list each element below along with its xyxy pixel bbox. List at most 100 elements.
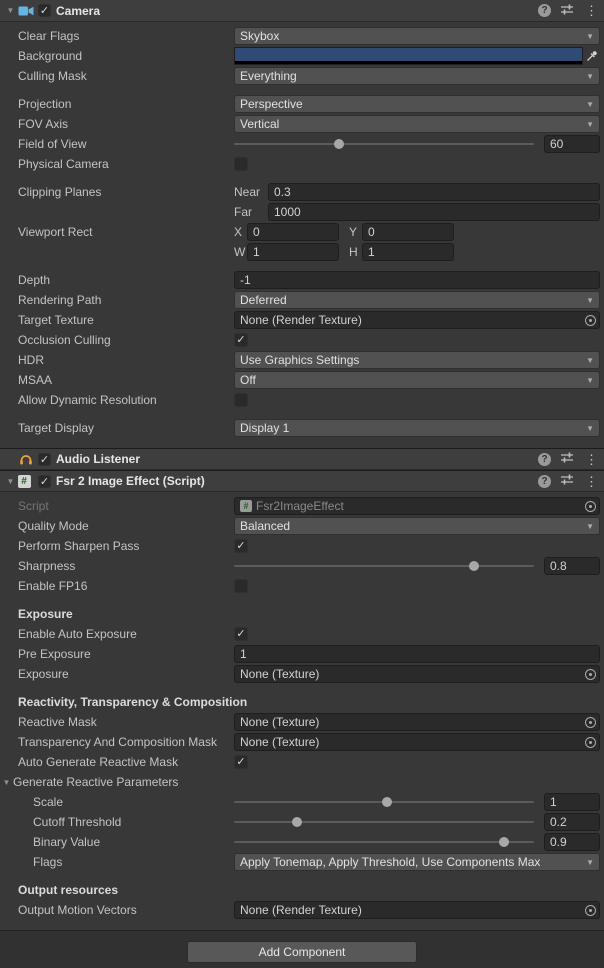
add-component-button[interactable]: Add Component	[187, 941, 417, 963]
object-picker-icon[interactable]	[582, 714, 599, 730]
object-picker-icon[interactable]	[582, 666, 599, 682]
field-label: Exposure	[0, 667, 234, 681]
cutoff-threshold-slider[interactable]	[234, 821, 534, 823]
presets-icon[interactable]	[560, 3, 574, 19]
script-object-field[interactable]: #Fsr2ImageEffect	[234, 497, 600, 515]
physical-camera-checkbox[interactable]	[234, 157, 248, 171]
help-icon[interactable]: ?	[538, 4, 551, 17]
row-target-texture: Target TextureNone (Render Texture)	[0, 310, 604, 330]
reactive-mask-object-field[interactable]: None (Texture)	[234, 713, 600, 731]
target-display-dropdown[interactable]: Display 1▼	[234, 419, 600, 437]
slider-handle[interactable]	[334, 139, 344, 149]
binary-value-value-field[interactable]: 0.9	[544, 833, 600, 851]
row-scale: Scale1	[0, 792, 604, 812]
component-header-fsr2-image-effect[interactable]: ▼ # ✓ Fsr 2 Image Effect (Script) ? ⋮	[0, 470, 604, 492]
menu-icon[interactable]: ⋮	[583, 4, 600, 17]
depth-field[interactable]: -1	[234, 271, 600, 289]
spacer	[0, 86, 604, 94]
field-label: Quality Mode	[0, 519, 234, 533]
fov-axis-dropdown[interactable]: Vertical▼	[234, 115, 600, 133]
row-transparency-and-composition-mask: Transparency And Composition Mask None (T…	[0, 732, 604, 752]
occlusion-culling-checkbox[interactable]: ✓	[234, 333, 248, 347]
msaa-dropdown[interactable]: Off▼	[234, 371, 600, 389]
field-label: Transparency And Composition Mask	[0, 735, 234, 749]
foldout-icon[interactable]: ▼	[4, 477, 17, 486]
presets-icon[interactable]	[560, 451, 574, 467]
perform-sharpen-pass-checkbox[interactable]: ✓	[234, 539, 248, 553]
near-field[interactable]: 0.3	[268, 183, 600, 201]
chevron-down-icon: ▼	[582, 100, 594, 109]
field-label: Output Motion Vectors	[0, 903, 234, 917]
foldout-icon[interactable]: ▼	[0, 778, 13, 787]
presets-icon[interactable]	[560, 473, 574, 489]
projection-dropdown[interactable]: Perspective▼	[234, 95, 600, 113]
help-icon[interactable]: ?	[538, 453, 551, 466]
field-control: Deferred▼	[234, 291, 600, 309]
camera-component: ▼ ✓ Camera ? ⋮ Clear FlagsSkybox▼Backgro…	[0, 0, 604, 448]
object-value: None (Render Texture)	[240, 313, 362, 327]
flags-dropdown[interactable]: Apply Tonemap, Apply Threshold, Use Comp…	[234, 853, 600, 871]
culling-mask-dropdown[interactable]: Everything▼	[234, 67, 600, 85]
object-picker-icon[interactable]	[582, 734, 599, 750]
help-icon[interactable]: ?	[538, 475, 551, 488]
y-field[interactable]: 0	[362, 223, 454, 241]
enabled-checkbox[interactable]: ✓	[38, 475, 51, 488]
field-of-view-value-field[interactable]: 60	[544, 135, 600, 153]
menu-icon[interactable]: ⋮	[583, 475, 600, 488]
enable-auto-exposure-checkbox[interactable]: ✓	[234, 627, 248, 641]
foldout-icon[interactable]: ▼	[4, 6, 17, 15]
pre-exposure-field[interactable]: 1	[234, 645, 600, 663]
binary-value-slider[interactable]	[234, 841, 534, 843]
enable-fp16-checkbox[interactable]	[234, 579, 248, 593]
enabled-checkbox[interactable]: ✓	[38, 453, 51, 466]
allow-dynamic-resolution-checkbox[interactable]	[234, 393, 248, 407]
menu-icon[interactable]: ⋮	[583, 453, 600, 466]
field-of-view-slider[interactable]	[234, 143, 534, 145]
background-color-swatch[interactable]	[234, 47, 583, 65]
exposure-object-field[interactable]: None (Texture)	[234, 665, 600, 683]
target-texture-object-field[interactable]: None (Render Texture)	[234, 311, 600, 329]
sharpness-slider[interactable]	[234, 565, 534, 567]
object-value: None (Texture)	[240, 735, 319, 749]
transparency-and-composition-mask-object-field[interactable]: None (Texture)	[234, 733, 600, 751]
inspector-panel: ▼ ✓ Camera ? ⋮ Clear FlagsSkybox▼Backgro…	[0, 0, 604, 968]
field-label: Occlusion Culling	[0, 333, 234, 347]
field-label: Clear Flags	[0, 29, 234, 43]
component-header-audio-listener[interactable]: ▼ ✓ Audio Listener ? ⋮	[0, 448, 604, 470]
slider-handle[interactable]	[292, 817, 302, 827]
row-quad: W1H1	[0, 242, 604, 262]
far-field[interactable]: 1000	[268, 203, 600, 221]
row-depth: Depth-1	[0, 270, 604, 290]
field-label: Pre Exposure	[0, 647, 234, 661]
chevron-down-icon: ▼	[582, 522, 594, 531]
hdr-dropdown[interactable]: Use Graphics Settings▼	[234, 351, 600, 369]
output-motion-vectors-object-field[interactable]: None (Render Texture)	[234, 901, 600, 919]
object-picker-icon[interactable]	[582, 902, 599, 918]
auto-generate-reactive-mask-checkbox[interactable]: ✓	[234, 755, 248, 769]
object-picker-icon[interactable]	[582, 498, 599, 514]
enabled-checkbox[interactable]: ✓	[38, 4, 51, 17]
sharpness-value-field[interactable]: 0.8	[544, 557, 600, 575]
x-field[interactable]: 0	[247, 223, 339, 241]
cutoff-threshold-value-field[interactable]: 0.2	[544, 813, 600, 831]
clear-flags-dropdown[interactable]: Skybox▼	[234, 27, 600, 45]
field-control: X0Y0	[234, 223, 600, 241]
object-picker-icon[interactable]	[582, 312, 599, 328]
row-reactivity-transparency-composition: Reactivity, Transparency & Composition	[0, 692, 604, 712]
h-field[interactable]: 1	[362, 243, 454, 261]
field-label: Enable FP16	[0, 579, 234, 593]
field-control: 0.9	[234, 833, 600, 851]
w-field[interactable]: 1	[247, 243, 339, 261]
slider-handle[interactable]	[382, 797, 392, 807]
scale-slider[interactable]	[234, 801, 534, 803]
slider-handle[interactable]	[469, 561, 479, 571]
eyedropper-icon[interactable]	[583, 48, 600, 64]
rendering-path-dropdown[interactable]: Deferred▼	[234, 291, 600, 309]
slider-handle[interactable]	[499, 837, 509, 847]
component-header-camera[interactable]: ▼ ✓ Camera ? ⋮	[0, 0, 604, 22]
scale-value-field[interactable]: 1	[544, 793, 600, 811]
quality-mode-dropdown[interactable]: Balanced▼	[234, 517, 600, 535]
field-label: Projection	[0, 97, 234, 111]
object-value: None (Render Texture)	[240, 903, 362, 917]
field-control: Balanced▼	[234, 517, 600, 535]
